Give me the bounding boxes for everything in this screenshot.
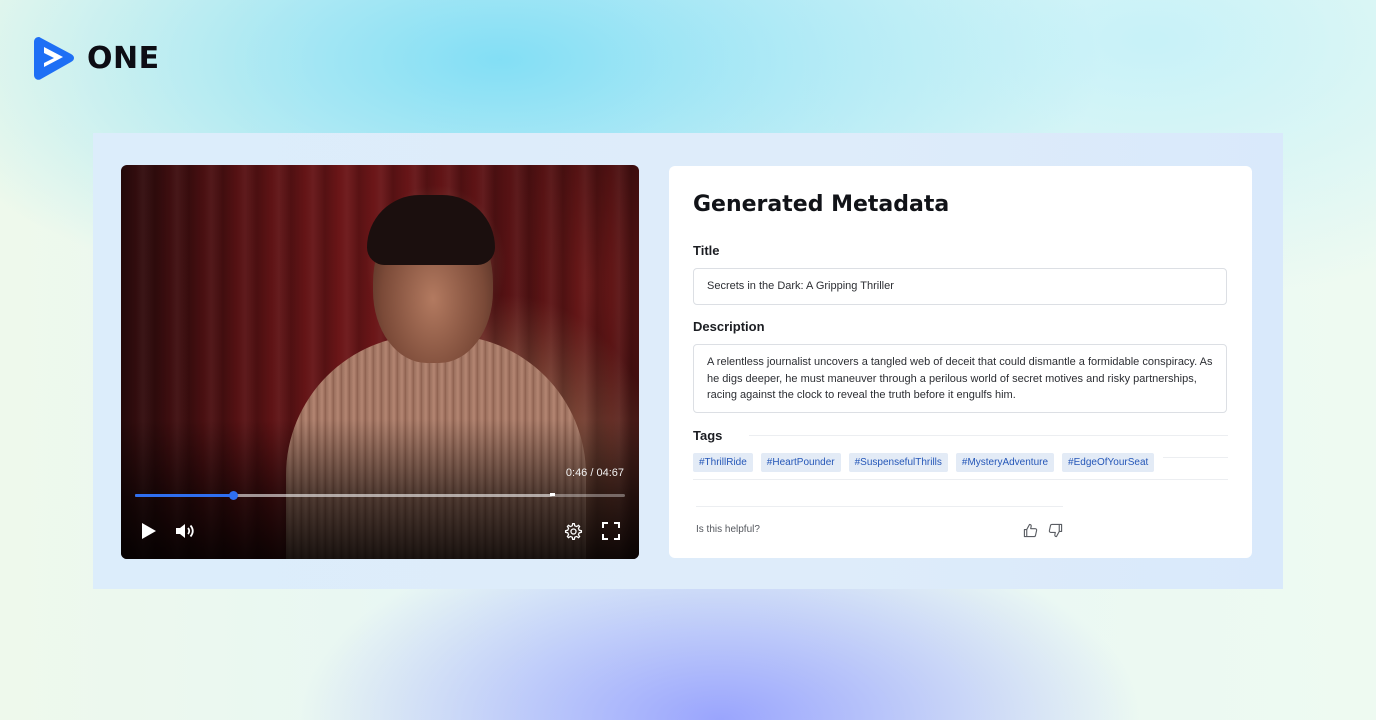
tag-chip[interactable]: #SuspensefulThrills [848, 453, 948, 472]
description-field[interactable]: A relentless journalist uncovers a tangl… [693, 344, 1227, 413]
video-player[interactable]: 0:46 / 04:67 [121, 165, 639, 559]
metadata-card: Generated Metadata Title Secrets in the … [669, 166, 1252, 558]
brand-name: ONE [87, 41, 160, 76]
fullscreen-button[interactable] [600, 520, 622, 542]
play-button[interactable] [137, 520, 159, 542]
description-label: Description [693, 319, 765, 334]
video-seek-bar[interactable] [135, 491, 625, 500]
tag-chip[interactable]: #MysteryAdventure [955, 453, 1055, 472]
feedback-divider [696, 506, 1063, 507]
fullscreen-icon [602, 522, 620, 540]
video-progress-fill [135, 494, 233, 497]
volume-button[interactable] [174, 520, 196, 542]
play-icon [142, 523, 156, 539]
tag-chip[interactable]: #EdgeOfYourSeat [1062, 453, 1155, 472]
tags-list: #ThrillRide #HeartPounder #SuspensefulTh… [693, 453, 1155, 472]
title-label: Title [693, 243, 720, 258]
video-buffer-marker [549, 493, 555, 496]
settings-button[interactable] [562, 520, 584, 542]
video-time-display: 0:46 / 04:67 [565, 467, 624, 479]
thumbs-up-icon [1023, 523, 1037, 537]
tag-chip[interactable]: #ThrillRide [693, 453, 753, 472]
thumbs-up-button[interactable] [1021, 521, 1039, 539]
tags-divider-bottom [693, 479, 1228, 480]
tag-chip[interactable]: #HeartPounder [760, 453, 841, 472]
feedback-prompt: Is this helpful? [696, 524, 760, 535]
brand-logo[interactable]: ONE [33, 35, 160, 82]
title-field[interactable]: Secrets in the Dark: A Gripping Thriller [693, 268, 1227, 305]
tags-divider-middle [1163, 457, 1228, 458]
settings-gear-icon [564, 522, 582, 540]
tags-label: Tags [693, 428, 723, 443]
thumbs-down-button[interactable] [1046, 521, 1064, 539]
video-seek-handle[interactable] [229, 491, 238, 500]
tags-divider-top [749, 435, 1228, 436]
metadata-heading: Generated Metadata [693, 192, 950, 217]
brand-logo-icon [34, 37, 74, 80]
volume-icon [176, 524, 194, 538]
thumbs-down-icon [1048, 523, 1062, 537]
